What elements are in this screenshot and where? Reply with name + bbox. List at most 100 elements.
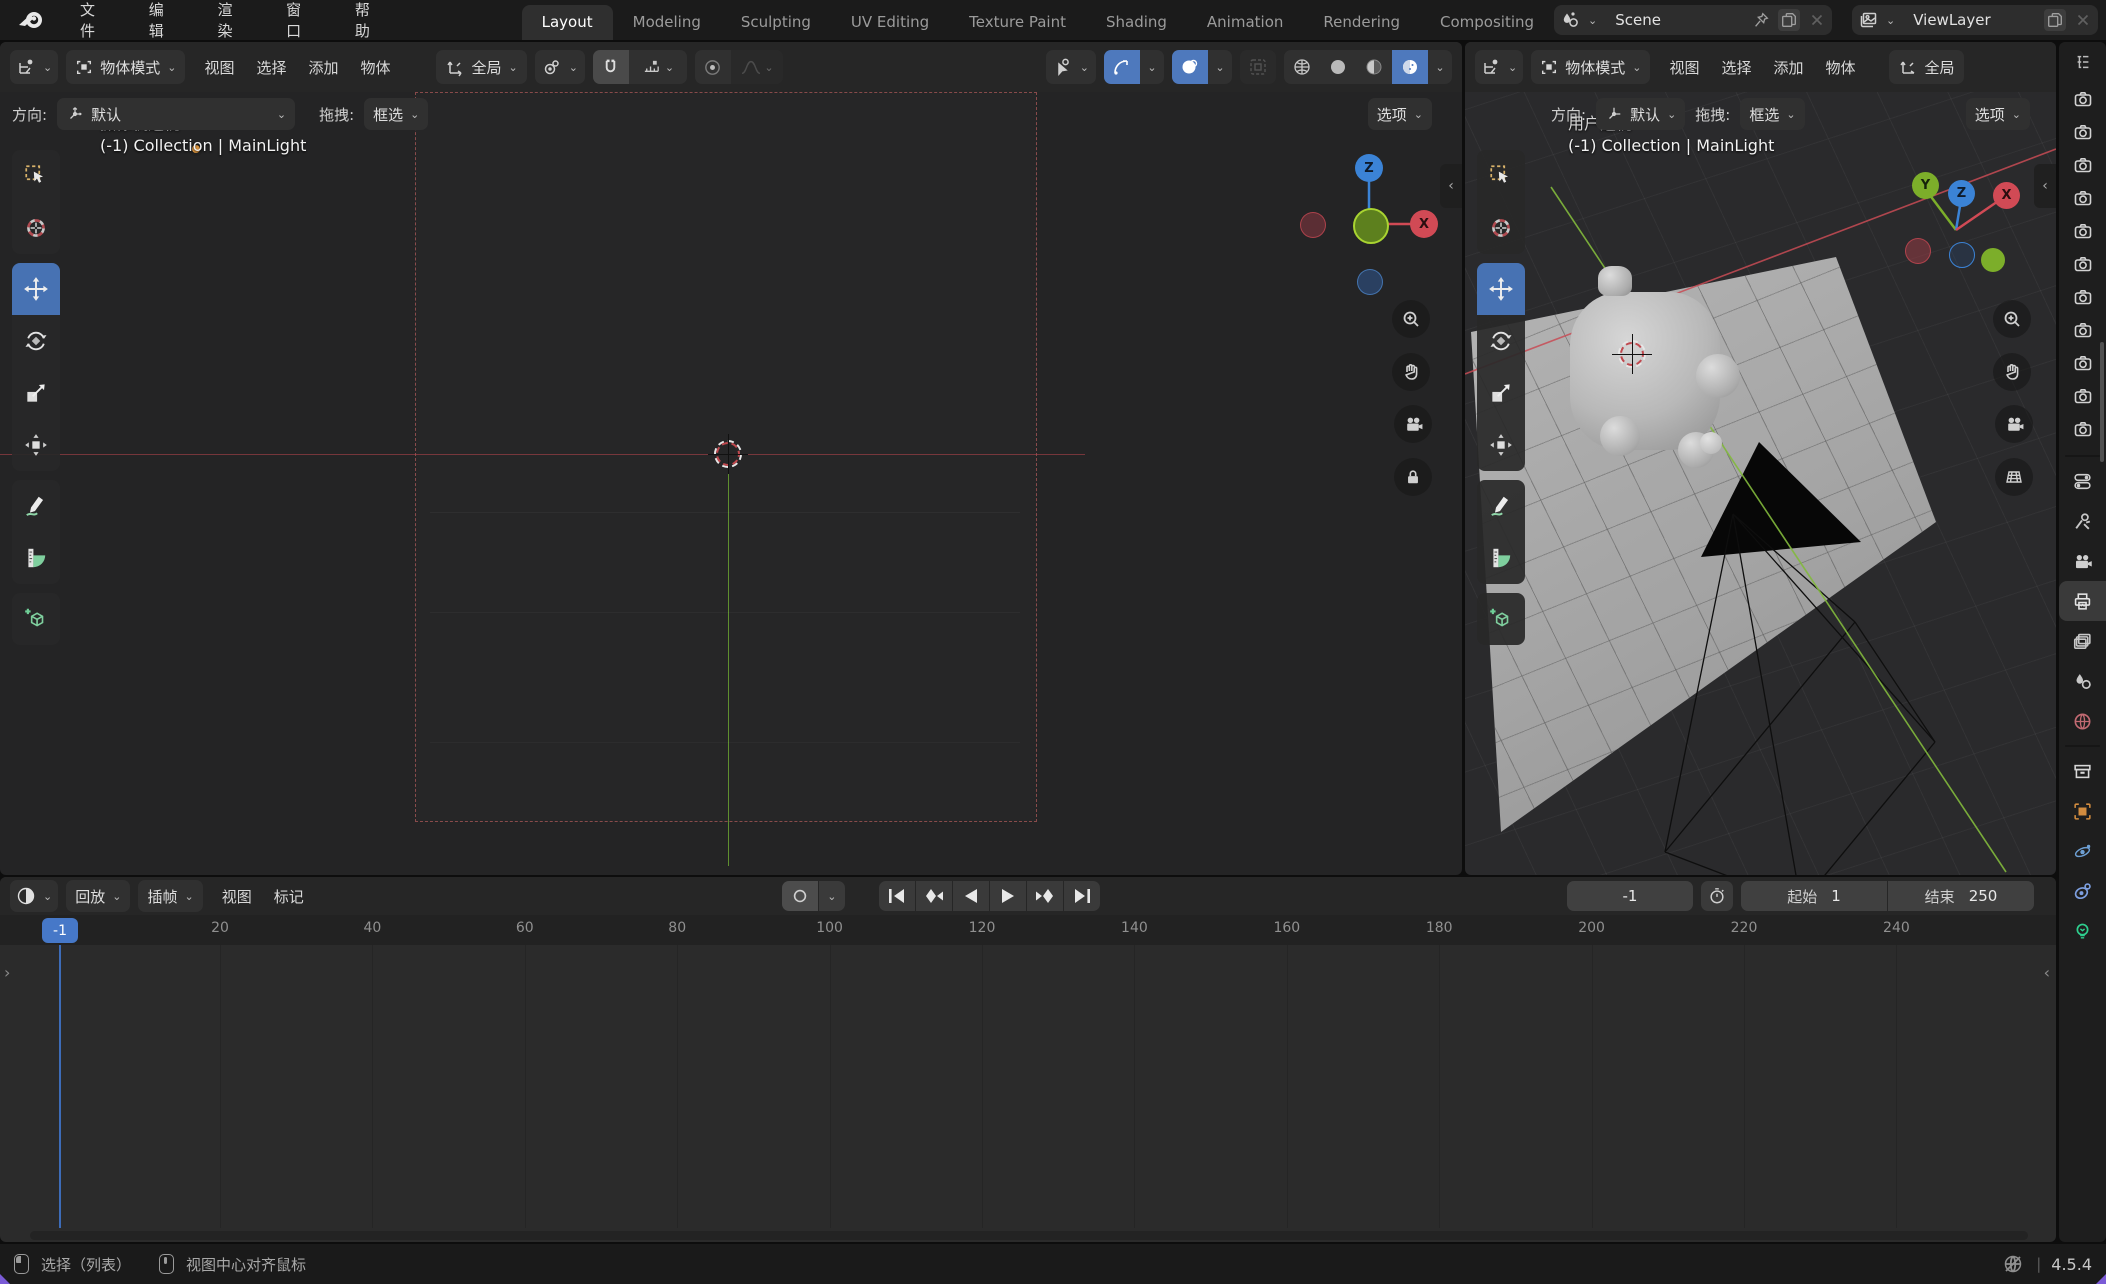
add-cube-tool[interactable] <box>12 593 60 645</box>
scene-selector[interactable]: ⌄ Scene <box>1554 5 1832 35</box>
topbar-menu-渲染[interactable]: 渲染 <box>195 0 264 40</box>
tab-tool-icon[interactable] <box>2059 501 2106 541</box>
viewport-menu-物体[interactable]: 物体 <box>1815 57 1867 78</box>
outliner-item-camera[interactable] <box>2059 247 2106 280</box>
viewport-menu-选择[interactable]: 选择 <box>1710 57 1762 78</box>
drag-mode-dropdown[interactable]: 框选 ⌄ <box>364 98 428 130</box>
new-viewlayer-icon[interactable] <box>2044 9 2066 31</box>
unlink-scene-icon[interactable] <box>1808 11 1826 29</box>
annotate-tool[interactable] <box>12 480 60 532</box>
viewport-user[interactable]: ⌄ 物体模式 ⌄ 视图选择添加物体 全局 <box>1465 42 2056 875</box>
show-overlays-toggle[interactable] <box>1172 50 1208 84</box>
editor-type-3d-viewport-icon[interactable]: ⌄ <box>10 50 58 84</box>
perspective-toggle-button[interactable] <box>1995 458 2033 496</box>
viewport-canvas[interactable]: 摄像机透视 (-1) Collection | MainLight Z X ‹ <box>0 92 1462 875</box>
tab-physics-icon[interactable] <box>2059 831 2106 871</box>
snap-toggle-magnet-icon[interactable] <box>593 50 629 84</box>
gizmo-y-axis[interactable]: Y <box>1912 172 1939 199</box>
auto-keying-dropdown[interactable]: ⌄ <box>819 881 845 911</box>
workspace-tab-layout[interactable]: Layout <box>522 5 613 40</box>
orientation-dropdown[interactable]: 默认 ⌄ <box>57 98 295 130</box>
tab-view-layer-icon[interactable] <box>2059 621 2106 661</box>
tab-scene-icon[interactable] <box>2059 661 2106 701</box>
topbar-menu-窗口[interactable]: 窗口 <box>264 0 333 40</box>
jump-to-end-button[interactable] <box>1064 881 1100 911</box>
proportional-edit-toggle[interactable] <box>695 50 731 84</box>
outliner-item-camera[interactable] <box>2059 181 2106 214</box>
sidebar-collapse-arrow[interactable]: ‹ <box>1440 164 1462 208</box>
shading-wireframe-button[interactable] <box>1284 50 1320 84</box>
timeline-editor[interactable]: ⌄ 回放⌄ 插帧⌄ 视图标记 ⌄ <box>0 877 2056 1242</box>
viewport-menu-选择[interactable]: 选择 <box>245 57 297 78</box>
gizmo-minus-y-axis[interactable] <box>1981 248 2005 272</box>
channel-expand-arrow[interactable]: › <box>4 963 10 982</box>
transform-tool[interactable] <box>12 419 60 471</box>
viewport-menu-视图[interactable]: 视图 <box>1658 57 1710 78</box>
scale-tool[interactable] <box>12 367 60 419</box>
new-scene-icon[interactable] <box>1778 9 1800 31</box>
outliner-editor-icon[interactable] <box>2059 42 2106 82</box>
gizmo-minus-x-axis[interactable] <box>1300 212 1326 238</box>
current-frame-field[interactable]: -1 <box>1567 881 1693 911</box>
pin-icon[interactable] <box>1752 11 1770 29</box>
options-dropdown[interactable]: 选项⌄ <box>1966 98 2030 130</box>
mode-selector[interactable]: 物体模式 ⌄ <box>66 50 185 84</box>
viewlayer-name[interactable]: ViewLayer <box>1903 11 2036 29</box>
properties-editor-icon-icon[interactable] <box>2059 461 2106 501</box>
tab-render-icon[interactable] <box>2059 541 2106 581</box>
timeline-editor-type-icon[interactable]: ⌄ <box>10 880 58 912</box>
select-box-tool[interactable] <box>12 150 60 202</box>
show-object-types-selector[interactable]: ⌄ <box>1046 50 1096 84</box>
outliner-item-camera[interactable] <box>2059 214 2106 247</box>
mode-selector[interactable]: 物体模式 ⌄ <box>1531 50 1650 84</box>
tab-collection-icon[interactable] <box>2059 751 2106 791</box>
tab-output-icon[interactable] <box>2059 581 2106 621</box>
options-dropdown[interactable]: 选项⌄ <box>1368 98 1432 130</box>
outliner-item-camera[interactable] <box>2059 379 2106 412</box>
lock-camera-button[interactable] <box>1394 458 1432 496</box>
viewport-canvas[interactable]: 用户透视 (-1) Collection | MainLight Y Z X <box>1465 92 2056 875</box>
move-tool[interactable] <box>1477 263 1525 315</box>
zoom-button[interactable] <box>1392 300 1430 338</box>
tab-constraints-icon[interactable] <box>2059 871 2106 911</box>
annotate-tool[interactable] <box>1477 480 1525 532</box>
workspace-tab-modeling[interactable]: Modeling <box>613 5 721 40</box>
drag-mode-dropdown[interactable]: 框选 ⌄ <box>1740 98 1804 130</box>
viewport-menu-物体[interactable]: 物体 <box>350 57 402 78</box>
pan-button[interactable] <box>1392 353 1430 391</box>
topbar-menu-文件[interactable]: 文件 <box>58 0 127 40</box>
network-offline-icon[interactable] <box>2002 1253 2024 1275</box>
outliner-item-camera[interactable] <box>2059 313 2106 346</box>
orientation-dropdown[interactable]: 默认 ⌄ <box>1596 98 1685 130</box>
outliner-item-camera[interactable] <box>2059 148 2106 181</box>
shading-material-button[interactable] <box>1356 50 1392 84</box>
camera-view-button[interactable] <box>1394 405 1432 443</box>
viewport-menu-视图[interactable]: 视图 <box>193 57 245 78</box>
measure-tool[interactable] <box>1477 532 1525 584</box>
remove-viewlayer-icon[interactable] <box>2074 11 2092 29</box>
sidebar-collapse-arrow[interactable]: ‹ <box>2034 164 2056 208</box>
pivot-point-selector[interactable]: ⌄ <box>535 50 585 84</box>
transform-orientation[interactable]: 全局 ⌄ <box>436 50 527 84</box>
workspace-tab-compositing[interactable]: Compositing <box>1420 5 1554 40</box>
outliner-item-camera[interactable] <box>2059 280 2106 313</box>
playback-dropdown[interactable]: 回放⌄ <box>66 880 130 912</box>
outliner-item-camera[interactable] <box>2059 346 2106 379</box>
cursor-tool[interactable] <box>1477 202 1525 254</box>
overlays-dropdown[interactable]: ⌄ <box>1208 50 1232 84</box>
cursor-tool[interactable] <box>12 202 60 254</box>
timeline-sidebar-arrow[interactable]: ‹ <box>2044 963 2050 982</box>
use-preview-range-stopwatch-button[interactable] <box>1701 881 1733 911</box>
shading-dropdown[interactable]: ⌄ <box>1428 50 1452 84</box>
editor-type-3d-viewport-icon[interactable]: ⌄ <box>1475 50 1523 84</box>
transform-orientation[interactable]: 全局 <box>1889 50 1964 84</box>
gizmo-x-axis[interactable]: X <box>1993 182 2020 209</box>
viewport-camera[interactable]: ⌄ 物体模式 ⌄ 视图选择添加物体 全局 ⌄ ⌄ <box>0 42 1462 875</box>
scene-name[interactable]: Scene <box>1605 11 1743 29</box>
workspace-tab-rendering[interactable]: Rendering <box>1303 5 1420 40</box>
end-frame-field[interactable]: 结束250 <box>1888 881 2034 911</box>
gizmos-dropdown[interactable]: ⌄ <box>1140 50 1164 84</box>
start-frame-field[interactable]: 起始1 <box>1741 881 1887 911</box>
timeline-ruler[interactable]: -1 20406080100120140160180200220240 <box>0 915 2056 945</box>
timeline-menu-标记[interactable]: 标记 <box>263 886 315 907</box>
